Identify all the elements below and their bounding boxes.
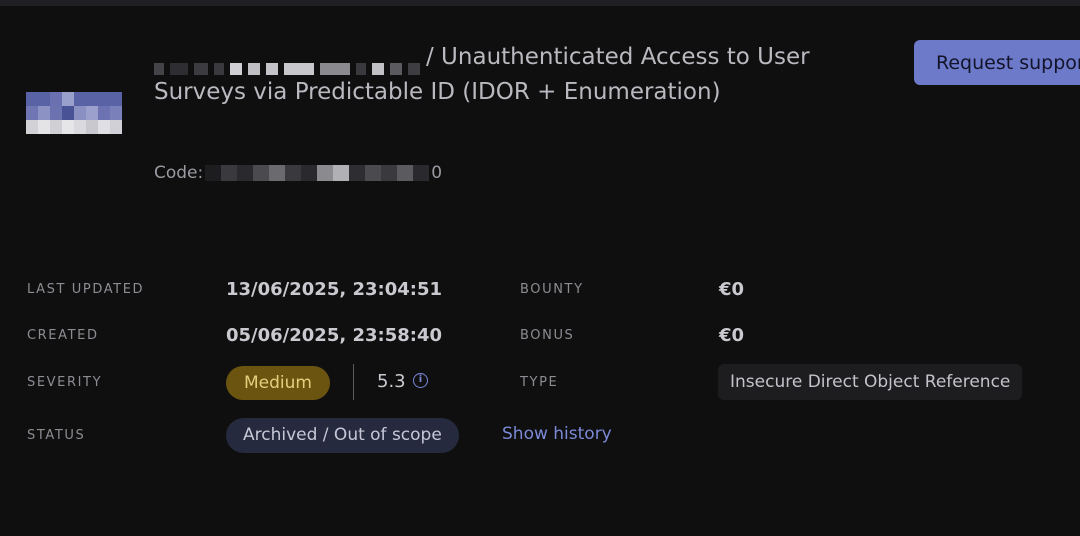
created-label: CREATED: [27, 328, 99, 343]
redacted-program-name: [154, 51, 426, 75]
report-code: Code: 0: [154, 160, 442, 186]
severity-score: 5.3: [377, 371, 406, 392]
created-value: 05/06/2025, 23:58:40: [226, 325, 442, 346]
info-icon[interactable]: i: [413, 373, 428, 388]
redacted-code: [205, 165, 430, 181]
severity-divider: [353, 364, 354, 400]
bounty-value: €0: [719, 279, 745, 300]
type-label: TYPE: [520, 375, 559, 390]
program-logo: [26, 92, 122, 134]
bonus-value: €0: [719, 325, 745, 346]
severity-badge: Medium: [226, 366, 330, 400]
code-tail: 0: [431, 163, 443, 183]
last-updated-label: LAST UPDATED: [27, 282, 145, 297]
code-label: Code:: [154, 163, 204, 183]
status-label: STATUS: [27, 428, 86, 443]
request-support-button[interactable]: Request support: [914, 40, 1080, 85]
top-bar: [0, 0, 1080, 6]
bounty-label: BOUNTY: [520, 282, 584, 297]
type-badge: Insecure Direct Object Reference: [718, 364, 1023, 400]
bonus-label: BONUS: [520, 328, 575, 343]
show-history-link[interactable]: Show history: [502, 424, 612, 444]
report-title: / Unauthenticated Access to User Surveys…: [154, 40, 854, 110]
last-updated-value: 13/06/2025, 23:04:51: [226, 279, 442, 300]
status-badge: Archived / Out of scope: [226, 418, 459, 453]
severity-label: SEVERITY: [27, 375, 103, 390]
